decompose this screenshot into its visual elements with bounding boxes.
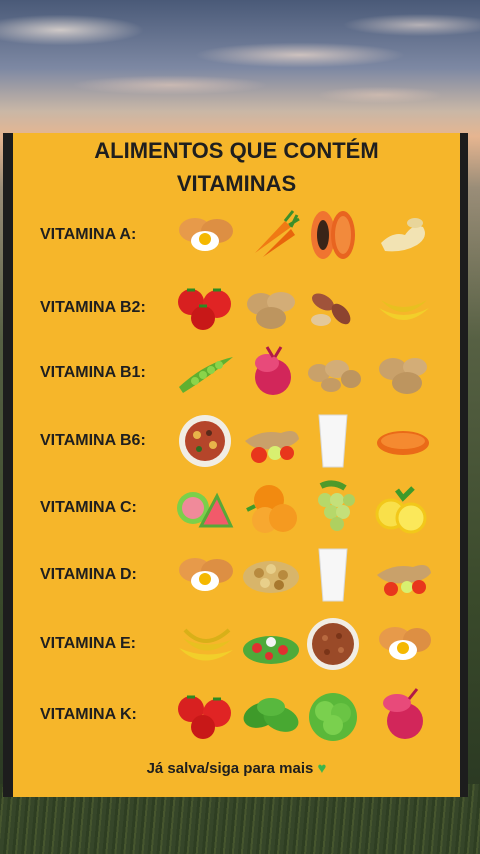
sky-background (0, 0, 480, 140)
orange-icon (246, 485, 297, 533)
banana-icon (379, 300, 429, 320)
vitamin-row-b1: VITAMINA B1: (13, 343, 460, 403)
vitamin-label: VITAMINA C: (40, 499, 137, 516)
vitamin-row-e: VITAMINA E: (13, 614, 460, 674)
grapes-icon (318, 480, 355, 531)
peas-icon (179, 357, 233, 393)
vitamin-label: VITAMINA B1: (40, 364, 146, 381)
vitamin-row-k: VITAMINA K: (13, 685, 460, 745)
tomato-icon (178, 288, 231, 330)
guava-watermelon-icon (177, 492, 234, 528)
egg-icon (179, 558, 233, 591)
vitamin-label: VITAMINA A: (40, 226, 137, 243)
beet-icon (383, 688, 423, 739)
ginger-icon (381, 218, 425, 252)
banana-icon (179, 628, 233, 661)
green-heart-icon: ♥ (317, 760, 327, 777)
milk-glass-icon (318, 414, 348, 468)
beans-bowl-icon (307, 618, 359, 670)
lentils-icon (377, 431, 429, 455)
ginger-tomato-icon (245, 431, 299, 463)
potato-icon (379, 358, 427, 394)
tomato-icon (178, 695, 231, 739)
potato-icon (247, 292, 295, 329)
vitamin-label: VITAMINA B6: (40, 432, 146, 449)
spinach-icon (243, 698, 299, 732)
lemon-icon (375, 486, 427, 534)
footer-cta: Já salva/siga para mais ♥ (13, 760, 460, 777)
egg-icon (179, 218, 233, 251)
papaya-icon (311, 211, 355, 259)
beet-icon (255, 346, 291, 395)
potato-icon (308, 360, 361, 392)
vitamin-label: VITAMINA D: (40, 566, 137, 583)
vitamin-label: VITAMINA K: (40, 706, 137, 723)
peanut-icon (311, 293, 351, 326)
vitamin-label: VITAMINA E: (40, 635, 136, 652)
vitamin-row-c: VITAMINA C: (13, 478, 460, 538)
egg-icon (379, 627, 431, 660)
footer-text: Já salva/siga para mais (146, 760, 314, 777)
vitamin-row-b2: VITAMINA B2: (13, 278, 460, 338)
vitamin-row-b6: VITAMINA B6: (13, 411, 460, 471)
salad-icon (243, 636, 299, 664)
lettuce-icon (309, 693, 357, 741)
carrot-icon (255, 210, 300, 257)
nuts-icon (243, 561, 299, 593)
vitamin-label: VITAMINA B2: (40, 299, 146, 316)
title-line-2: VITAMINAS (176, 171, 297, 196)
vitamin-row-d: VITAMINA D: (13, 545, 460, 605)
vitamin-row-a: VITAMINA A: (13, 205, 460, 265)
title-line-1: ALIMENTOS QUE CONTÉM (94, 138, 379, 163)
mixed-beans-icon (179, 415, 231, 467)
ginger-tomato-icon (377, 565, 431, 596)
milk-glass-icon (318, 548, 348, 602)
vitamin-infographic-card: ALIMENTOS QUE CONTÉM VITAMINAS VITAMINA … (13, 133, 460, 797)
